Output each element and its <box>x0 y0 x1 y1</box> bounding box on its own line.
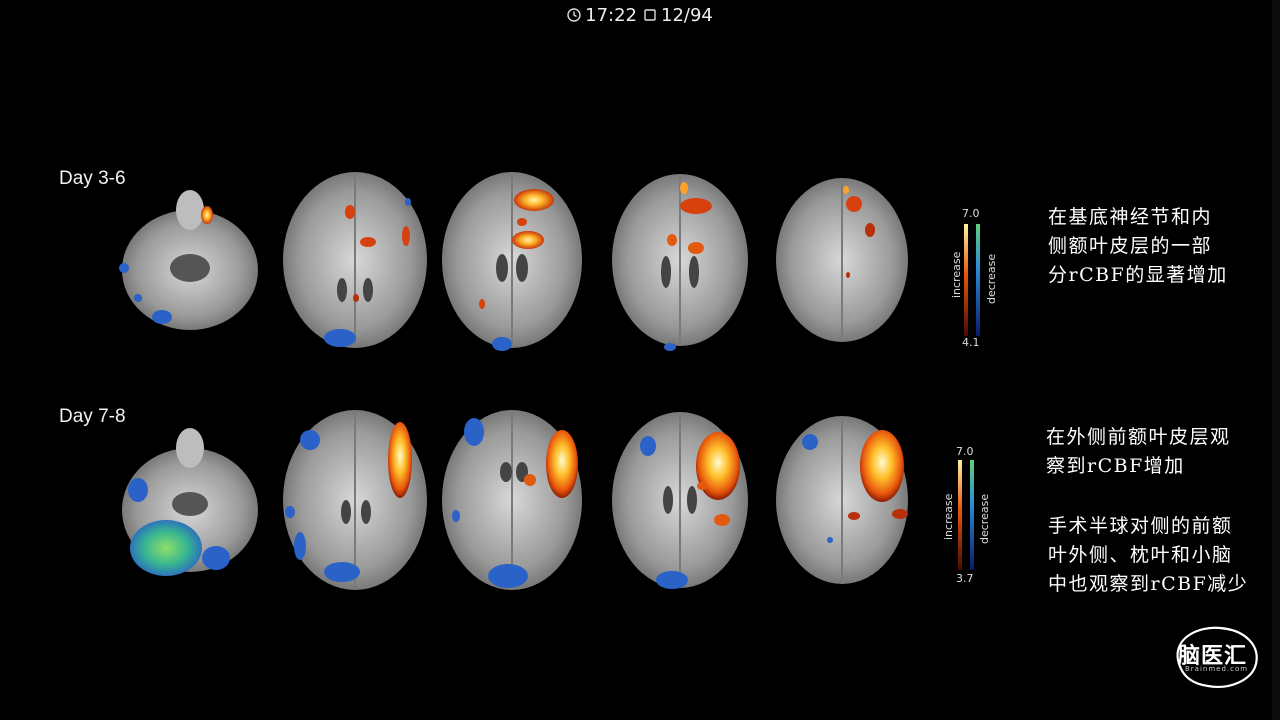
colorbar-min-1: 4.1 <box>962 336 980 349</box>
colorbar-scale-1 <box>964 224 980 336</box>
note-row-1: 在基底神经节和内 侧额叶皮层的一部 分rCBF的显著增加 <box>1048 203 1228 290</box>
page-counter: 12/94 <box>661 4 713 26</box>
colorbar-scale-2 <box>958 460 974 570</box>
note-line: 中也观察到rCBF减少 <box>1048 573 1249 595</box>
note-row-2a: 在外侧前额叶皮层观 察到rCBF增加 <box>1046 423 1231 481</box>
note-line: 手术半球对侧的前额 <box>1048 515 1233 537</box>
note-line: 在外侧前额叶皮层观 <box>1046 426 1231 448</box>
colorbar-max-2: 7.0 <box>956 445 974 458</box>
brain-slices-row-2 <box>122 410 908 590</box>
status-bar: 17:22 12/94 <box>0 0 1280 30</box>
note-line: 在基底神经节和内 <box>1048 206 1213 228</box>
note-line: 叶外侧、枕叶和小脑 <box>1048 544 1233 566</box>
slice-cerebellum <box>119 190 258 330</box>
slice-cerebellum-2 <box>122 428 258 576</box>
slice-axial-7 <box>612 412 748 589</box>
logo-subtext: Brainmed.com <box>1185 665 1249 673</box>
clock-icon <box>567 8 581 22</box>
colorbar-max-1: 7.0 <box>962 207 980 220</box>
slice-axial-6 <box>442 410 582 590</box>
slice-axial-3 <box>612 174 748 351</box>
brain-slices-row-1 <box>119 172 908 351</box>
colorbar-increase-label-1: increase <box>950 251 963 298</box>
slide-edge <box>1272 0 1280 720</box>
slice-axial-4 <box>776 178 908 342</box>
page-icon <box>644 9 656 21</box>
slice-axial-1 <box>283 172 427 348</box>
note-line: 侧额叶皮层的一部 <box>1048 235 1213 257</box>
slice-axial-2 <box>442 172 582 351</box>
slice-axial-5 <box>283 410 427 590</box>
note-line: 察到rCBF增加 <box>1046 455 1185 477</box>
colorbar-decrease-label-2: decrease <box>978 493 991 544</box>
time-text: 17:22 <box>585 4 637 26</box>
colorbar-increase-label-2: increase <box>942 493 955 540</box>
colorbar-decrease-label-1: decrease <box>985 253 998 304</box>
note-line: 分rCBF的显著增加 <box>1048 264 1228 286</box>
slice-axial-8 <box>776 416 908 584</box>
colorbar-min-2: 3.7 <box>956 572 974 585</box>
note-row-2b: 手术半球对侧的前额 叶外侧、枕叶和小脑 中也观察到rCBF减少 <box>1048 512 1248 599</box>
